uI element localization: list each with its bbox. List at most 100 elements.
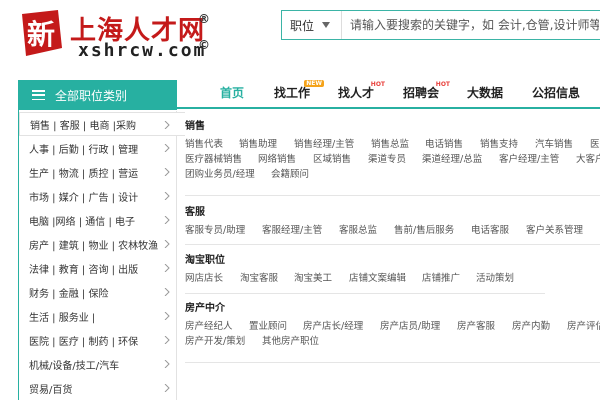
job-group-real-estate-agency: 房产中介 房产经纪人 置业顾问 房产店长/经理 房产店员/助理 房产客服 房产内… [185, 302, 600, 347]
sidebar-item-real-estate[interactable]: 房产 | 建筑 | 物业 | 农林牧渔 [19, 232, 178, 256]
nav-find-job-label: 找工作 [274, 85, 311, 100]
job-link[interactable]: 会籍顾问 [271, 166, 309, 180]
new-badge: NEW [304, 79, 325, 87]
job-link[interactable]: 房产开发/策划 [185, 333, 245, 347]
nav-job-fair-label: 招聘会 [403, 85, 440, 100]
job-link[interactable]: 渠道经理/总监 [422, 151, 482, 165]
copyright-mark: © [198, 38, 210, 52]
job-link[interactable]: 房产客服 [457, 318, 495, 332]
job-link[interactable]: 淘宝美工 [294, 270, 332, 284]
job-link[interactable]: 店铺推广 [422, 270, 460, 284]
job-link[interactable]: 客户经理/主管 [499, 151, 559, 165]
job-link[interactable]: 活动策划 [476, 270, 514, 284]
chevron-right-icon [164, 168, 170, 176]
search-input[interactable] [342, 11, 600, 39]
job-link[interactable]: 医药代表 [590, 136, 600, 150]
sidebar-item-service[interactable]: 生活 | 服务业 | [19, 304, 178, 328]
nav-big-data-label: 大数据 [467, 85, 504, 100]
job-link-row: 网店店长 淘宝客服 淘宝美工 店铺文案编辑 店铺推广 活动策划 [185, 268, 514, 284]
sidebar-item-label: 贸易/百货 [29, 384, 73, 396]
job-link[interactable]: 售前/售后服务 [394, 222, 454, 236]
sidebar-item-label: 人事 | 后勤 | 行政 | 管理 [29, 144, 139, 156]
job-link[interactable]: 房产评估师 [567, 318, 600, 332]
sidebar-item-label: 房产 | 建筑 | 物业 | 农林牧渔 [29, 240, 159, 252]
job-group-customer-service: 客服 客服专员/助理 客服经理/主管 客服总监 售前/售后服务 电话客服 客户关… [185, 206, 583, 236]
job-link[interactable]: 销售代表 [185, 136, 223, 150]
job-link[interactable]: 置业顾问 [249, 318, 287, 332]
chevron-right-icon [164, 288, 170, 296]
job-link[interactable]: 淘宝客服 [240, 270, 278, 284]
job-link[interactable]: 客户关系管理 [526, 222, 583, 236]
search-type-label: 职位 [290, 18, 315, 33]
sidebar-item-label: 医院 | 医疗 | 制药 | 环保 [29, 336, 139, 348]
job-link[interactable]: 医疗器械销售 [185, 151, 242, 165]
sidebar-item-finance[interactable]: 财务 | 金融 | 保险 [19, 280, 178, 304]
chevron-down-icon [322, 22, 331, 28]
all-categories-button[interactable]: 全部职位类别 [18, 80, 177, 110]
sidebar-item-it[interactable]: 电脑 |网络 | 通信 | 电子 [19, 208, 178, 232]
job-link[interactable]: 电话客服 [471, 222, 509, 236]
job-link[interactable]: 渠道专员 [368, 151, 406, 165]
job-link[interactable]: 电话销售 [425, 136, 463, 150]
job-link[interactable]: 销售经理/主管 [294, 136, 354, 150]
job-link[interactable]: 大客户经理 [576, 151, 600, 165]
nav-home[interactable]: 首页 [220, 80, 244, 104]
sidebar-item-legal[interactable]: 法律 | 教育 | 咨询 | 出版 [19, 256, 178, 280]
group-divider [185, 244, 600, 245]
job-link[interactable]: 其他房产职位 [262, 333, 319, 347]
job-link[interactable]: 客服经理/主管 [262, 222, 322, 236]
sidebar-item-trade[interactable]: 贸易/百货 [19, 376, 178, 400]
site-logo[interactable]: 新 上海人才网 xshrcw.com ® © [18, 8, 218, 61]
nav-public-recruitment[interactable]: 公招信息 [532, 80, 580, 104]
nav-find-talent[interactable]: 找人才 HOT [338, 80, 385, 104]
chevron-right-icon [164, 144, 170, 152]
chevron-right-icon [164, 216, 170, 224]
nav-big-data[interactable]: 大数据 [467, 80, 503, 104]
job-group-sales: 销售 销售代表 销售助理 销售经理/主管 销售总监 电话销售 销售支持 汽车销售… [185, 120, 600, 180]
group-divider [185, 293, 545, 294]
nav-public-recruitment-label: 公招信息 [532, 85, 581, 100]
job-link[interactable]: 房产经纪人 [185, 318, 233, 332]
job-link[interactable]: 店铺文案编辑 [349, 270, 406, 284]
group-divider [185, 195, 600, 196]
chevron-right-icon [164, 192, 170, 200]
search-bar: 职位 [281, 10, 600, 40]
job-link[interactable]: 客服总监 [339, 222, 377, 236]
sidebar-item-medical[interactable]: 医院 | 医疗 | 制药 | 环保 [19, 328, 178, 352]
chevron-right-icon [164, 360, 170, 368]
sidebar-item-sales[interactable]: 销售 | 客服 | 电商 |采购 [19, 112, 185, 136]
sidebar-item-label: 生活 | 服务业 | [29, 312, 96, 324]
logo-badge-icon: 新 [22, 10, 62, 56]
job-link[interactable]: 区域销售 [313, 151, 351, 165]
sidebar-item-label: 财务 | 金融 | 保险 [29, 288, 109, 300]
job-link[interactable]: 团购业务员/经理 [185, 166, 255, 180]
sidebar-item-label: 机械/设备/技工/汽车 [29, 360, 120, 372]
nav-job-fair[interactable]: 招聘会 HOT [403, 80, 450, 104]
job-link[interactable]: 房产店员/助理 [380, 318, 440, 332]
logo-domain-text: xshrcw.com [78, 40, 207, 61]
sidebar-item-label: 法律 | 教育 | 咨询 | 出版 [29, 264, 139, 276]
job-link-row: 销售代表 销售助理 销售经理/主管 销售总监 电话销售 销售支持 汽车销售 医药… [185, 134, 600, 150]
nav-find-talent-label: 找人才 [338, 85, 375, 100]
job-link-row: 团购业务员/经理 会籍顾问 [185, 164, 309, 180]
sidebar-item-label: 电脑 |网络 | 通信 | 电子 [29, 216, 136, 228]
job-link[interactable]: 房产内勤 [512, 318, 550, 332]
job-link[interactable]: 销售总监 [371, 136, 409, 150]
job-link[interactable]: 网络销售 [258, 151, 296, 165]
search-type-select[interactable]: 职位 [282, 11, 342, 39]
sidebar-item-marketing[interactable]: 市场 | 媒介 | 广告 | 设计 [19, 184, 178, 208]
nav-find-job[interactable]: 找工作 NEW [274, 79, 325, 104]
job-link[interactable]: 房产店长/经理 [303, 318, 363, 332]
job-link[interactable]: 销售支持 [480, 136, 518, 150]
chevron-right-icon [164, 121, 170, 129]
job-link[interactable]: 销售助理 [239, 136, 277, 150]
job-link[interactable]: 汽车销售 [535, 136, 573, 150]
group-divider [185, 362, 600, 363]
job-link[interactable]: 客服专员/助理 [185, 222, 245, 236]
sidebar-item-production[interactable]: 生产 | 物流 | 质控 | 营运 [19, 160, 178, 184]
sidebar-item-machinery[interactable]: 机械/设备/技工/汽车 [19, 352, 178, 376]
sidebar-item-hr[interactable]: 人事 | 后勤 | 行政 | 管理 [19, 136, 178, 160]
sidebar-item-label: 市场 | 媒介 | 广告 | 设计 [29, 192, 139, 204]
registered-mark: ® [198, 12, 210, 26]
job-link[interactable]: 网店店长 [185, 270, 223, 284]
